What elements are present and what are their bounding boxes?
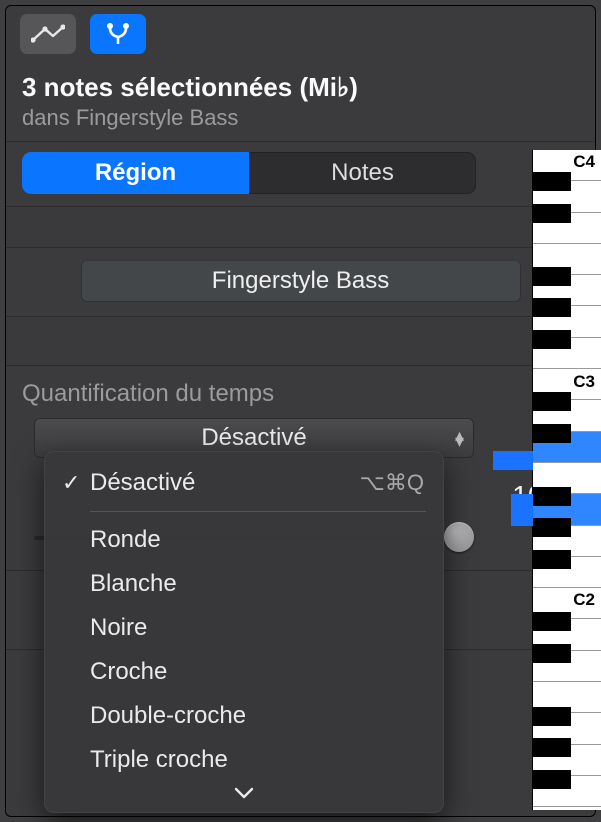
quantize-label: Quantification du temps	[22, 380, 579, 408]
quantize-popup-value: Désactivé	[201, 424, 306, 452]
region-name-field[interactable]: Fingerstyle Bass	[81, 260, 521, 302]
piano-ruler[interactable]	[533, 150, 601, 810]
piano-black-key[interactable]	[533, 550, 571, 569]
menu-separator	[90, 511, 426, 512]
piano-black-key[interactable]	[533, 707, 571, 726]
piano-black-key[interactable]	[533, 738, 571, 757]
tab-region[interactable]: Région	[22, 152, 249, 194]
piano-black-key[interactable]	[533, 518, 571, 537]
menu-more-button[interactable]	[44, 782, 444, 807]
piano-black-key[interactable]	[533, 172, 571, 191]
automation-toggle-button[interactable]	[20, 14, 76, 54]
quantize-option-off[interactable]: ✓ Désactivé ⌥⌘Q	[44, 461, 444, 505]
piano-black-key[interactable]	[533, 204, 571, 223]
piano-black-key[interactable]	[533, 298, 571, 317]
octave-label-c4: C4	[573, 152, 595, 172]
midi-merge-button[interactable]	[90, 14, 146, 54]
piano-black-key[interactable]	[533, 330, 571, 349]
slider-knob[interactable]	[444, 522, 474, 552]
octave-label-c3: C3	[573, 372, 595, 392]
piano-black-key[interactable]	[533, 487, 571, 506]
chevron-down-icon	[233, 786, 255, 800]
quantize-option-eighth[interactable]: Croche	[44, 650, 444, 694]
piano-black-key[interactable]	[533, 612, 571, 631]
piano-black-key[interactable]	[533, 644, 571, 663]
menu-shortcut: ⌥⌘Q	[360, 470, 424, 496]
quantize-option-whole[interactable]: Ronde	[44, 518, 444, 562]
piano-black-key[interactable]	[533, 424, 571, 443]
note-strip	[511, 494, 533, 526]
piano-black-key[interactable]	[533, 392, 571, 411]
automation-curve-icon	[31, 24, 65, 44]
quantize-option-sixteenth[interactable]: Double-croche	[44, 694, 444, 738]
quantize-menu: ✓ Désactivé ⌥⌘Q Ronde Blanche Noire Croc…	[44, 451, 444, 813]
selection-subtitle: dans Fingerstyle Bass	[22, 105, 579, 131]
quantize-option-quarter[interactable]: Noire	[44, 606, 444, 650]
tab-notes[interactable]: Notes	[249, 152, 476, 194]
note-strip	[493, 451, 533, 470]
checkmark-icon: ✓	[62, 470, 90, 496]
midi-merge-icon	[103, 22, 133, 46]
tabs-segmented: Région Notes	[22, 152, 476, 194]
quantize-option-half[interactable]: Blanche	[44, 562, 444, 606]
piano-black-key[interactable]	[533, 267, 571, 286]
chevron-updown-icon: ▴▾	[455, 430, 464, 446]
octave-label-c2: C2	[573, 590, 595, 610]
quantize-option-thirtysecond[interactable]: Triple croche	[44, 738, 444, 782]
selection-title: 3 notes sélectionnées (Mi♭)	[22, 72, 579, 103]
piano-black-key[interactable]	[533, 770, 571, 789]
